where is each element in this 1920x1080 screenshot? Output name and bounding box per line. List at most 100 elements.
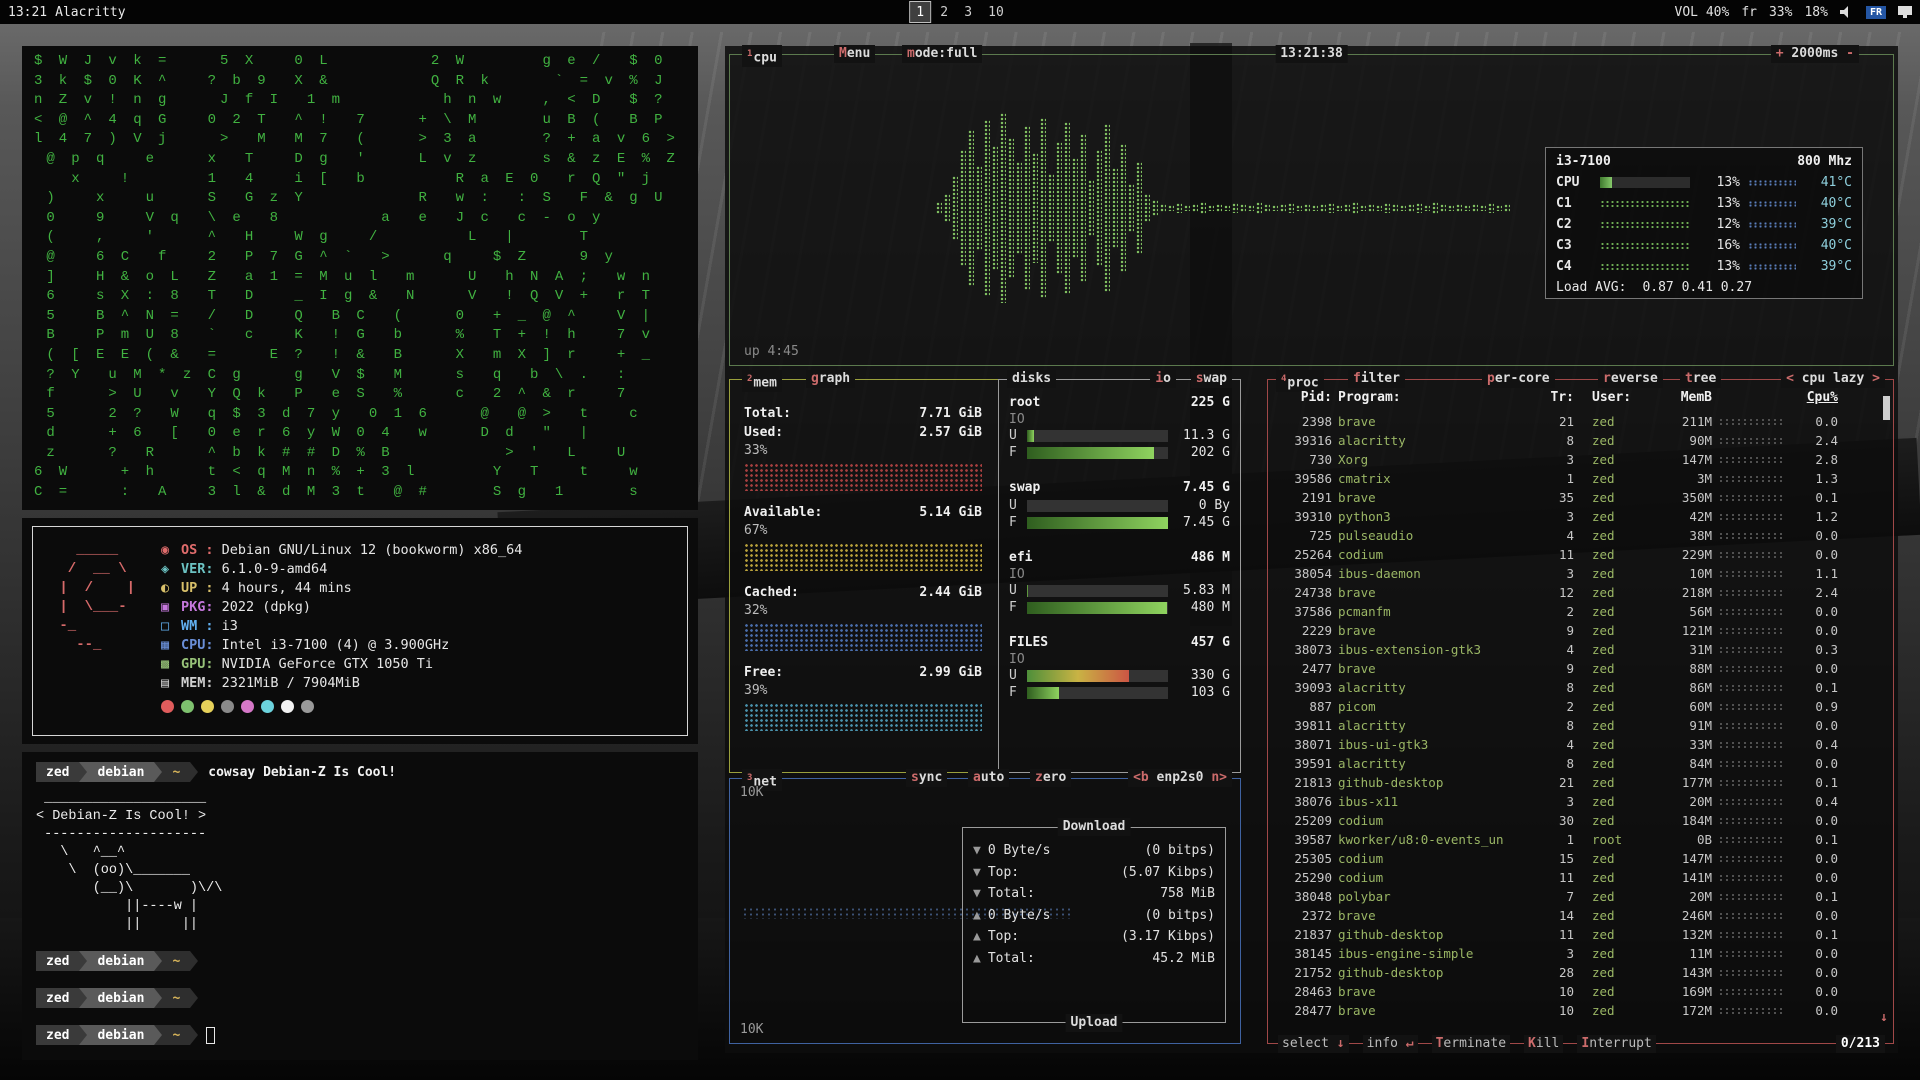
process-row[interactable]: 39310python33zed42M1.2 — [1276, 507, 1871, 526]
keyboard-layout-badge[interactable]: FR — [1866, 6, 1886, 19]
process-row[interactable]: 39811alacritty8zed91M0.0 — [1276, 716, 1871, 735]
process-row[interactable]: 25290codium11zed141M0.0 — [1276, 868, 1871, 887]
proc-cpu-graph — [1718, 912, 1784, 919]
terminate-button[interactable]: Terminate — [1432, 1035, 1510, 1053]
process-row[interactable]: 39587kworker/u8:0-events_un1root0B0.1 — [1276, 830, 1871, 849]
workspace-button-10[interactable]: 10 — [982, 2, 1010, 22]
process-row[interactable]: 28463brave10zed169M0.0 — [1276, 982, 1871, 1001]
process-row[interactable]: 2398brave21zed211M0.0 — [1276, 412, 1871, 431]
net-zero-button[interactable]: zero — [1030, 769, 1071, 787]
sort-next-button[interactable]: > — [1872, 371, 1880, 386]
reverse-button[interactable]: reverse — [1598, 370, 1663, 388]
process-row[interactable]: 2229brave9zed121M0.0 — [1276, 621, 1871, 640]
net-stat-row: ▲0 Byte/s(0 bitps) — [973, 905, 1215, 927]
iface-next-button[interactable]: n> — [1211, 770, 1227, 785]
btop-terminal[interactable]: 1cpu Menu mode:full 13:21:38 + 2000ms - … — [725, 46, 1898, 1053]
proc-pid: 39316 — [1276, 433, 1332, 448]
process-row[interactable]: 37586pcmanfm2zed56M0.0 — [1276, 602, 1871, 621]
scroll-down-icon[interactable]: ↓ — [1880, 1010, 1888, 1025]
cpu-graph-bar — [1144, 194, 1150, 222]
refresh-interval-control[interactable]: + 2000ms - — [1771, 45, 1859, 63]
info-hint[interactable]: info ↵ — [1363, 1035, 1418, 1053]
workspace-button-3[interactable]: 3 — [958, 2, 978, 22]
proc-pid: 21837 — [1276, 927, 1332, 942]
net-interface-selector[interactable]: <b enp2s0 n> — [1128, 769, 1232, 787]
kernel-icon: ◈ — [161, 560, 181, 579]
proc-pid: 39587 — [1276, 832, 1332, 847]
col-spacer — [1718, 390, 1788, 405]
proc-scrollbar-thumb[interactable] — [1883, 396, 1890, 420]
net-auto-button[interactable]: auto — [968, 769, 1009, 787]
disk-meter-key: U — [1009, 497, 1021, 514]
cowsay-terminal[interactable]: zeddebian~ cowsay Debian-Z Is Cool! ____… — [22, 752, 698, 1060]
neofetch-info-row: ◉OS : Debian GNU/Linux 12 (bookworm) x86… — [161, 541, 522, 560]
process-row[interactable]: 39591alacritty8zed84M0.0 — [1276, 754, 1871, 773]
sort-prev-button[interactable]: < — [1786, 371, 1794, 386]
workspace-button-1[interactable]: 1 — [910, 2, 930, 22]
process-row[interactable]: 2191brave35zed350M0.1 — [1276, 488, 1871, 507]
mem-graph-button[interactable]: graph — [806, 370, 855, 388]
sort-selector[interactable]: < cpu lazy > — [1781, 370, 1885, 388]
process-row[interactable]: 39316alacritty8zed90M2.4 — [1276, 431, 1871, 450]
iface-prev-button[interactable]: <b — [1133, 770, 1149, 785]
col-program[interactable]: Program: — [1338, 390, 1538, 405]
menu-button[interactable]: Menu — [834, 45, 875, 63]
kill-button[interactable]: Kill — [1524, 1035, 1563, 1053]
workspace-button-2[interactable]: 2 — [934, 2, 954, 22]
fetch-terminal[interactable]: _____ / __ \ | / | | \___- -_ --_ ◉OS : … — [22, 518, 698, 744]
process-row[interactable]: 725pulseaudio4zed38M0.0 — [1276, 526, 1871, 545]
matrix-output: $ W J v k = 5 X 0 L 2 W g e / $ 0 3 k $ … — [22, 46, 698, 509]
col-cpu[interactable]: Cpu% — [1794, 390, 1838, 405]
process-row[interactable]: 28477brave10zed172M0.0 — [1276, 1001, 1871, 1020]
process-row[interactable]: 21813github-desktop21zed177M0.1 — [1276, 773, 1871, 792]
process-row[interactable]: 38071ibus-ui-gtk34zed33M0.4 — [1276, 735, 1871, 754]
process-row[interactable]: 21837github-desktop11zed132M0.1 — [1276, 925, 1871, 944]
process-row[interactable]: 38054ibus-daemon3zed10M1.1 — [1276, 564, 1871, 583]
process-row[interactable]: 38145ibus-engine-simple3zed11M0.0 — [1276, 944, 1871, 963]
proc-cpu-percent: 0.9 — [1794, 699, 1838, 714]
core-percent: 12% — [1698, 217, 1740, 232]
process-row[interactable]: 39093alacritty8zed86M0.1 — [1276, 678, 1871, 697]
per-core-button[interactable]: per-core — [1482, 370, 1555, 388]
status-item: 18% — [1804, 5, 1827, 20]
proc-cpu-percent: 0.4 — [1794, 794, 1838, 809]
col-pid[interactable]: Pid: — [1276, 390, 1332, 405]
tree-button[interactable]: tree — [1680, 370, 1721, 388]
process-row[interactable]: 730Xorg3zed147M2.8 — [1276, 450, 1871, 469]
proc-cpu-percent: 0.0 — [1794, 908, 1838, 923]
proc-cpu-percent: 0.0 — [1794, 718, 1838, 733]
interrupt-button[interactable]: Interrupt — [1577, 1035, 1655, 1053]
net-box-index: 3 — [747, 773, 752, 783]
net-sync-button[interactable]: sync — [906, 769, 947, 787]
process-row[interactable]: 39586cmatrix1zed3M1.3 — [1276, 469, 1871, 488]
core-percent: 16% — [1698, 238, 1740, 253]
col-user[interactable]: User: — [1580, 390, 1650, 405]
disks-swap-button[interactable]: swap — [1191, 370, 1232, 388]
select-arrow-icon: ↓ — [1337, 1036, 1345, 1051]
mem-stat-percent: 67% — [744, 522, 982, 539]
process-row[interactable]: 38048polybar7zed20M0.1 — [1276, 887, 1871, 906]
process-row[interactable]: 25209codium30zed184M0.0 — [1276, 811, 1871, 830]
filter-button[interactable]: filter — [1348, 370, 1405, 388]
process-row[interactable]: 38073ibus-extension-gtk34zed31M0.3 — [1276, 640, 1871, 659]
proc-threads: 12 — [1544, 585, 1574, 600]
disks-io-button[interactable]: io — [1150, 370, 1176, 388]
col-threads[interactable]: Tr: — [1544, 390, 1574, 405]
process-row[interactable]: 25305codium15zed147M0.0 — [1276, 849, 1871, 868]
proc-pid: 21813 — [1276, 775, 1332, 790]
process-row[interactable]: 887picom2zed60M0.9 — [1276, 697, 1871, 716]
process-row[interactable]: 24738brave12zed218M2.4 — [1276, 583, 1871, 602]
col-mem[interactable]: MemB — [1656, 390, 1712, 405]
mode-button[interactable]: mode:full — [902, 45, 982, 63]
process-row[interactable]: 21752github-desktop28zed143M0.0 — [1276, 963, 1871, 982]
process-row[interactable]: 2477brave9zed88M0.0 — [1276, 659, 1871, 678]
display-icon[interactable] — [1898, 6, 1912, 18]
interval-decrease-button[interactable]: - — [1846, 46, 1854, 61]
interval-increase-button[interactable]: + — [1776, 46, 1784, 61]
process-row[interactable]: 38076ibus-x113zed20M0.4 — [1276, 792, 1871, 811]
volume-icon[interactable] — [1840, 6, 1854, 18]
cmatrix-terminal[interactable]: $ W J v k = 5 X 0 L 2 W g e / $ 0 3 k $ … — [22, 46, 698, 510]
net-stat-label: Top: — [988, 926, 1019, 948]
process-row[interactable]: 25264codium11zed229M0.0 — [1276, 545, 1871, 564]
process-row[interactable]: 2372brave14zed246M0.0 — [1276, 906, 1871, 925]
